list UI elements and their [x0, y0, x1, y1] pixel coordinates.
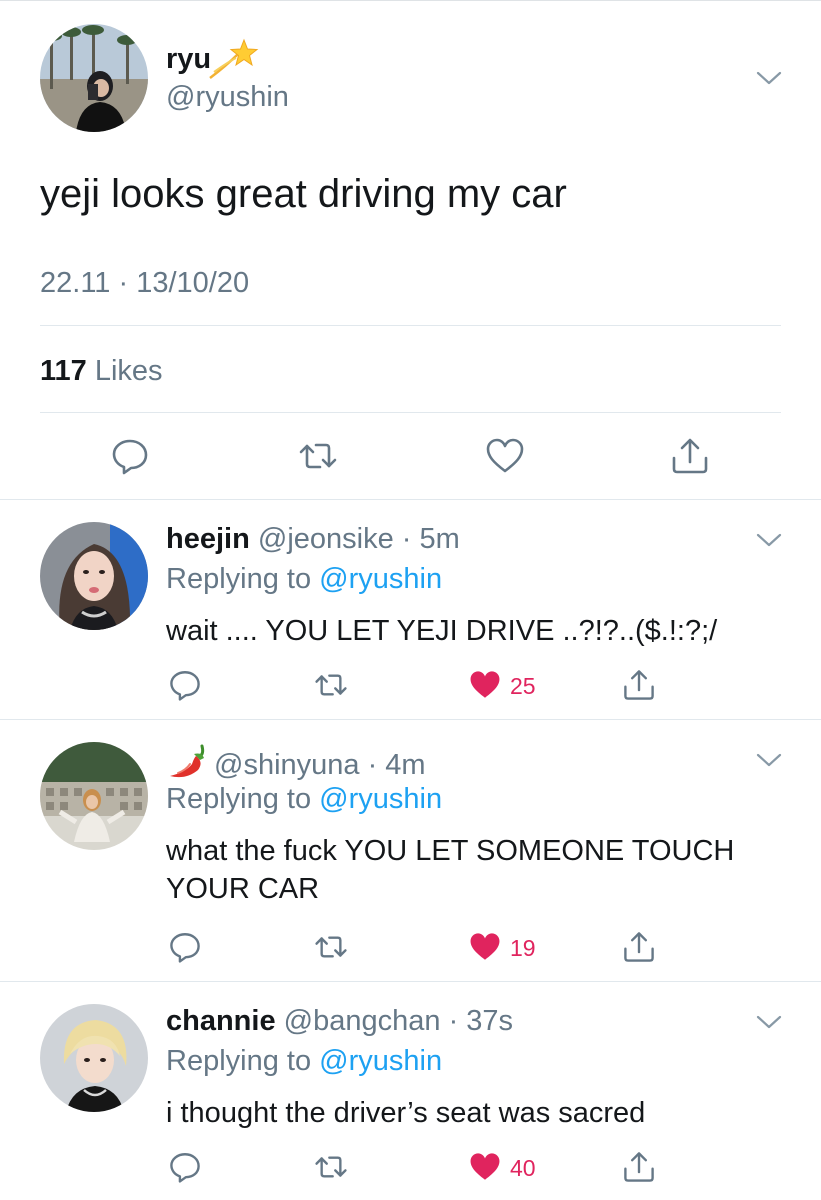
replying-to-mention[interactable]: @ryushin [319, 783, 442, 815]
retweet-button[interactable] [298, 436, 338, 476]
reply-button[interactable] [110, 436, 150, 476]
reply-time: · 5m [401, 523, 460, 555]
avatar[interactable] [40, 742, 148, 850]
retweet-button[interactable] [314, 930, 348, 964]
reply-text: what the fuck YOU LET SOMEONE TOUCH YOUR… [166, 835, 735, 905]
chevron-down-icon[interactable] [756, 532, 782, 548]
heart-filled-icon [470, 1153, 500, 1180]
reply-author-name[interactable]: channie [166, 1005, 276, 1037]
tweet-timestamp[interactable]: 22.11 · 13/10/20 [40, 266, 249, 300]
avatar[interactable] [40, 1004, 148, 1112]
like-button[interactable] [468, 1150, 502, 1184]
share-button[interactable] [622, 1150, 656, 1184]
like-button[interactable] [485, 436, 525, 476]
reply-author-handle[interactable]: @bangchan [284, 1005, 441, 1037]
chevron-down-icon[interactable] [756, 70, 782, 86]
retweet-icon [315, 936, 347, 958]
chevron-down-icon[interactable] [756, 1014, 782, 1030]
divider [40, 325, 781, 326]
divider [40, 412, 781, 413]
heart-icon [486, 438, 524, 473]
tweet-text: yeji looks great driving my car [40, 172, 567, 216]
reply-tweet: channie @bangchan · 37s Replying to @ryu… [0, 982, 821, 1200]
retweet-button[interactable] [314, 668, 348, 702]
reply-button[interactable] [168, 1150, 202, 1184]
retweet-icon [315, 674, 347, 696]
reply-button[interactable] [168, 930, 202, 964]
reply-author-handle[interactable]: @shinyuna [214, 749, 360, 781]
likes-summary[interactable]: 117 Likes [40, 354, 163, 388]
reply-header: channie @bangchan · 37s [166, 1004, 513, 1038]
reply-header: @shinyuna · 4m [166, 742, 426, 782]
replying-to-mention[interactable]: @ryushin [319, 563, 442, 595]
reply-text: wait .... YOU LET YEJI DRIVE ..?!?..($.!… [166, 615, 718, 647]
reply-button[interactable] [168, 668, 202, 702]
heart-filled-icon [470, 671, 500, 698]
replying-label: Replying to [166, 1045, 312, 1077]
like-count: 19 [510, 935, 536, 961]
reply-time: · 37s [448, 1005, 514, 1037]
like-count: 40 [510, 1155, 536, 1181]
sparkle-star-emoji-icon [209, 38, 259, 79]
reply-author-handle[interactable]: @jeonsike [258, 523, 394, 555]
share-button[interactable] [622, 930, 656, 964]
reply-icon [170, 671, 200, 701]
chevron-down-icon[interactable] [756, 752, 782, 768]
replying-to: Replying to @ryushin [166, 562, 442, 596]
like-button[interactable] [468, 930, 502, 964]
reply-author-name[interactable]: heejin [166, 523, 250, 555]
replying-label: Replying to [166, 563, 312, 595]
main-tweet: ryu @ryushin yeji looks great driving my… [0, 0, 821, 500]
reply-tweet: @shinyuna · 4m Replying to @ryushin what… [0, 720, 821, 982]
share-icon [624, 670, 654, 700]
share-button[interactable] [670, 436, 710, 476]
replying-label: Replying to [166, 783, 312, 815]
avatar[interactable] [40, 24, 148, 132]
replying-to-mention[interactable]: @ryushin [319, 1045, 442, 1077]
retweet-button[interactable] [314, 1150, 348, 1184]
display-name[interactable]: ryu [166, 42, 211, 76]
reply-icon [170, 933, 200, 963]
reply-time: · 4m [367, 749, 426, 781]
like-button[interactable] [468, 668, 502, 702]
like-count: 25 [510, 673, 536, 699]
likes-label: Likes [94, 355, 163, 387]
share-icon [624, 932, 654, 962]
retweet-icon [315, 1156, 347, 1178]
share-icon [624, 1152, 654, 1182]
replying-to: Replying to @ryushin [166, 782, 442, 816]
avatar[interactable] [40, 522, 148, 630]
likes-count: 117 [40, 355, 87, 387]
reply-text: i thought the driver’s seat was sacred [166, 1097, 646, 1129]
reply-icon [170, 1153, 200, 1183]
hot-pepper-emoji-icon [170, 744, 205, 778]
reply-header: heejin @jeonsike · 5m [166, 522, 460, 556]
reply-icon [112, 439, 148, 475]
replying-to: Replying to @ryushin [166, 1044, 442, 1078]
reply-tweet: heejin @jeonsike · 5m Replying to @ryush… [0, 500, 821, 720]
handle[interactable]: @ryushin [166, 80, 289, 114]
heart-filled-icon [470, 933, 500, 960]
share-button[interactable] [622, 668, 656, 702]
retweet-icon [299, 443, 337, 469]
share-icon [672, 438, 708, 474]
